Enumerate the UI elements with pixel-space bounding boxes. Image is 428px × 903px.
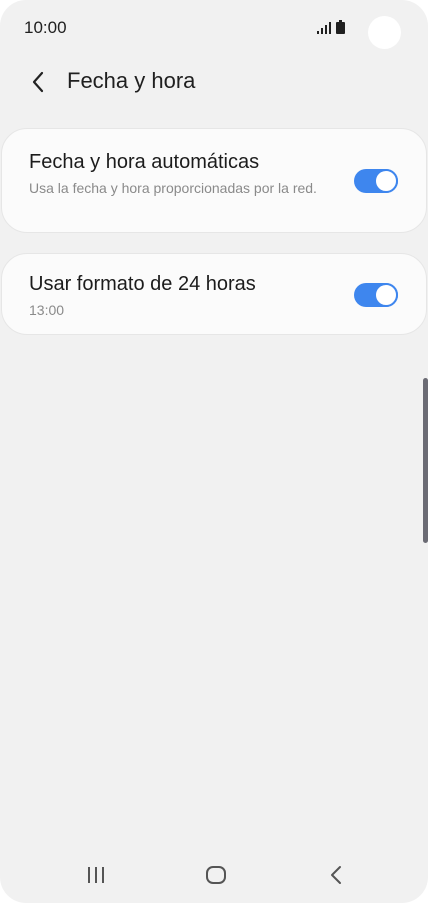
home-button[interactable] [196, 860, 236, 890]
setting-subtitle: Usa la fecha y hora proporcionadas por l… [29, 180, 317, 196]
battery-icon [336, 20, 345, 34]
recent-apps-button[interactable] [76, 860, 116, 890]
setting-auto-datetime[interactable]: Fecha y hora automáticas Usa la fecha y … [1, 128, 427, 233]
chevron-left-icon [32, 71, 44, 93]
header: Fecha y hora [0, 58, 428, 104]
setting-24h-format[interactable]: Usar formato de 24 horas 13:00 [1, 253, 427, 335]
camera-cutout [368, 16, 401, 49]
page-title: Fecha y hora [67, 68, 196, 93]
setting-title: Fecha y hora automáticas [29, 151, 260, 173]
status-bar: 10:00 [0, 0, 428, 58]
back-icon [331, 866, 341, 884]
scrollbar[interactable] [423, 378, 428, 543]
home-icon [206, 866, 226, 884]
signal-icon [317, 22, 331, 34]
toggle-knob [374, 283, 398, 307]
phone-screen: 10:00 Fecha y hora Fecha y hora automáti… [0, 0, 428, 903]
recent-apps-icon [88, 867, 104, 883]
status-time: 10:00 [24, 18, 67, 37]
back-nav-button[interactable] [316, 860, 356, 890]
setting-subtitle: 13:00 [29, 302, 65, 318]
navigation-bar [0, 850, 428, 900]
back-button[interactable] [22, 66, 54, 98]
setting-title: Usar formato de 24 horas [29, 273, 256, 295]
toggle-knob [374, 169, 398, 193]
24h-format-toggle[interactable] [354, 283, 398, 307]
auto-datetime-toggle[interactable] [354, 169, 398, 193]
